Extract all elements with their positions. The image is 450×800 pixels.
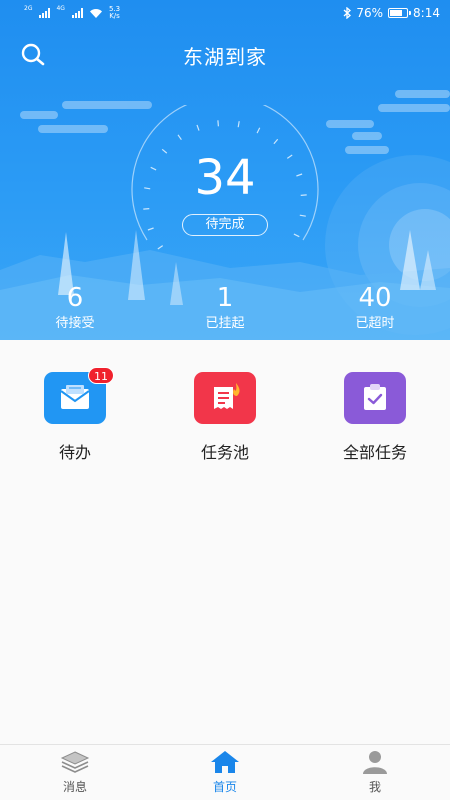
- gauge-tick: [147, 227, 154, 231]
- gauge-tick: [293, 233, 300, 238]
- signal-icon: [71, 8, 83, 18]
- gauge-tick: [177, 134, 182, 141]
- status-bar: 2G 4G 5.3 K/s 76% 8:14: [0, 0, 450, 26]
- receipt-fire-icon[interactable]: [194, 372, 256, 424]
- stat-value: 6: [66, 283, 84, 313]
- app-title: 东湖到家: [183, 45, 267, 69]
- pending-label: 待完成: [182, 214, 268, 236]
- nav-label: 消息: [62, 780, 87, 794]
- signal-icon: [39, 8, 51, 18]
- gauge-tick: [143, 208, 150, 210]
- nav-messages[interactable]: 消息: [0, 745, 150, 800]
- dashboard-header: 2G 4G 5.3 K/s 76% 8:14 东湖到家 34 待完成 6 待接受…: [0, 0, 450, 340]
- task-pool-label: 任务池: [200, 443, 249, 462]
- stat-label: 已超时: [355, 316, 395, 331]
- stat-value: 40: [358, 283, 392, 313]
- all-tasks-entry[interactable]: 全部任务: [315, 372, 435, 463]
- stat-value: 1: [216, 283, 234, 313]
- nav-me[interactable]: 我: [300, 745, 450, 800]
- battery-icon: [388, 8, 412, 18]
- receipt-fire-icon-glyph: [214, 383, 240, 409]
- battery-percent: 76%: [356, 6, 384, 20]
- sim2-network-type: 4G: [56, 5, 65, 12]
- gauge-tick: [237, 121, 240, 128]
- clock: 8:14: [413, 6, 440, 20]
- todo-label: 待办: [58, 443, 91, 462]
- all-tasks-label: 全部任务: [342, 443, 407, 462]
- stat-to-accept[interactable]: 6 待接受: [20, 282, 130, 333]
- mail-icon-glyph: [60, 385, 90, 409]
- layers-icon: [59, 749, 91, 775]
- stat-label: 已挂起: [205, 316, 245, 331]
- task-pool-entry[interactable]: 任务池: [165, 372, 285, 463]
- nav-home[interactable]: 首页: [150, 745, 300, 800]
- mail-icon[interactable]: 11: [44, 367, 114, 424]
- clipboard-check-icon[interactable]: [344, 372, 406, 424]
- gauge-tick: [273, 138, 279, 145]
- todo-badge: 11: [88, 367, 114, 384]
- todo-entry[interactable]: 11 待办: [15, 367, 135, 463]
- gauge-tick: [217, 120, 219, 127]
- gauge-tick: [196, 124, 200, 131]
- nav-label: 我: [368, 780, 381, 794]
- stat-suspended[interactable]: 1 已挂起: [170, 282, 280, 333]
- network-speed: 5.3 K/s: [108, 5, 121, 20]
- stat-label: 待接受: [55, 316, 95, 331]
- pending-count[interactable]: 34: [0, 150, 450, 206]
- user-icon: [359, 749, 391, 775]
- nav-label: 首页: [212, 780, 237, 794]
- stat-overdue[interactable]: 40 已超时: [320, 282, 430, 333]
- wifi-icon: [89, 8, 102, 18]
- clipboard-check-icon-glyph: [364, 384, 386, 410]
- sim1-network-type: 2G: [24, 5, 33, 12]
- home-icon: [209, 749, 241, 775]
- gauge-tick: [157, 245, 164, 250]
- bottom-nav: 消息 首页 我: [0, 744, 450, 800]
- gauge-tick: [256, 127, 261, 134]
- bluetooth-icon: [343, 7, 352, 19]
- gauge-tick: [299, 214, 306, 217]
